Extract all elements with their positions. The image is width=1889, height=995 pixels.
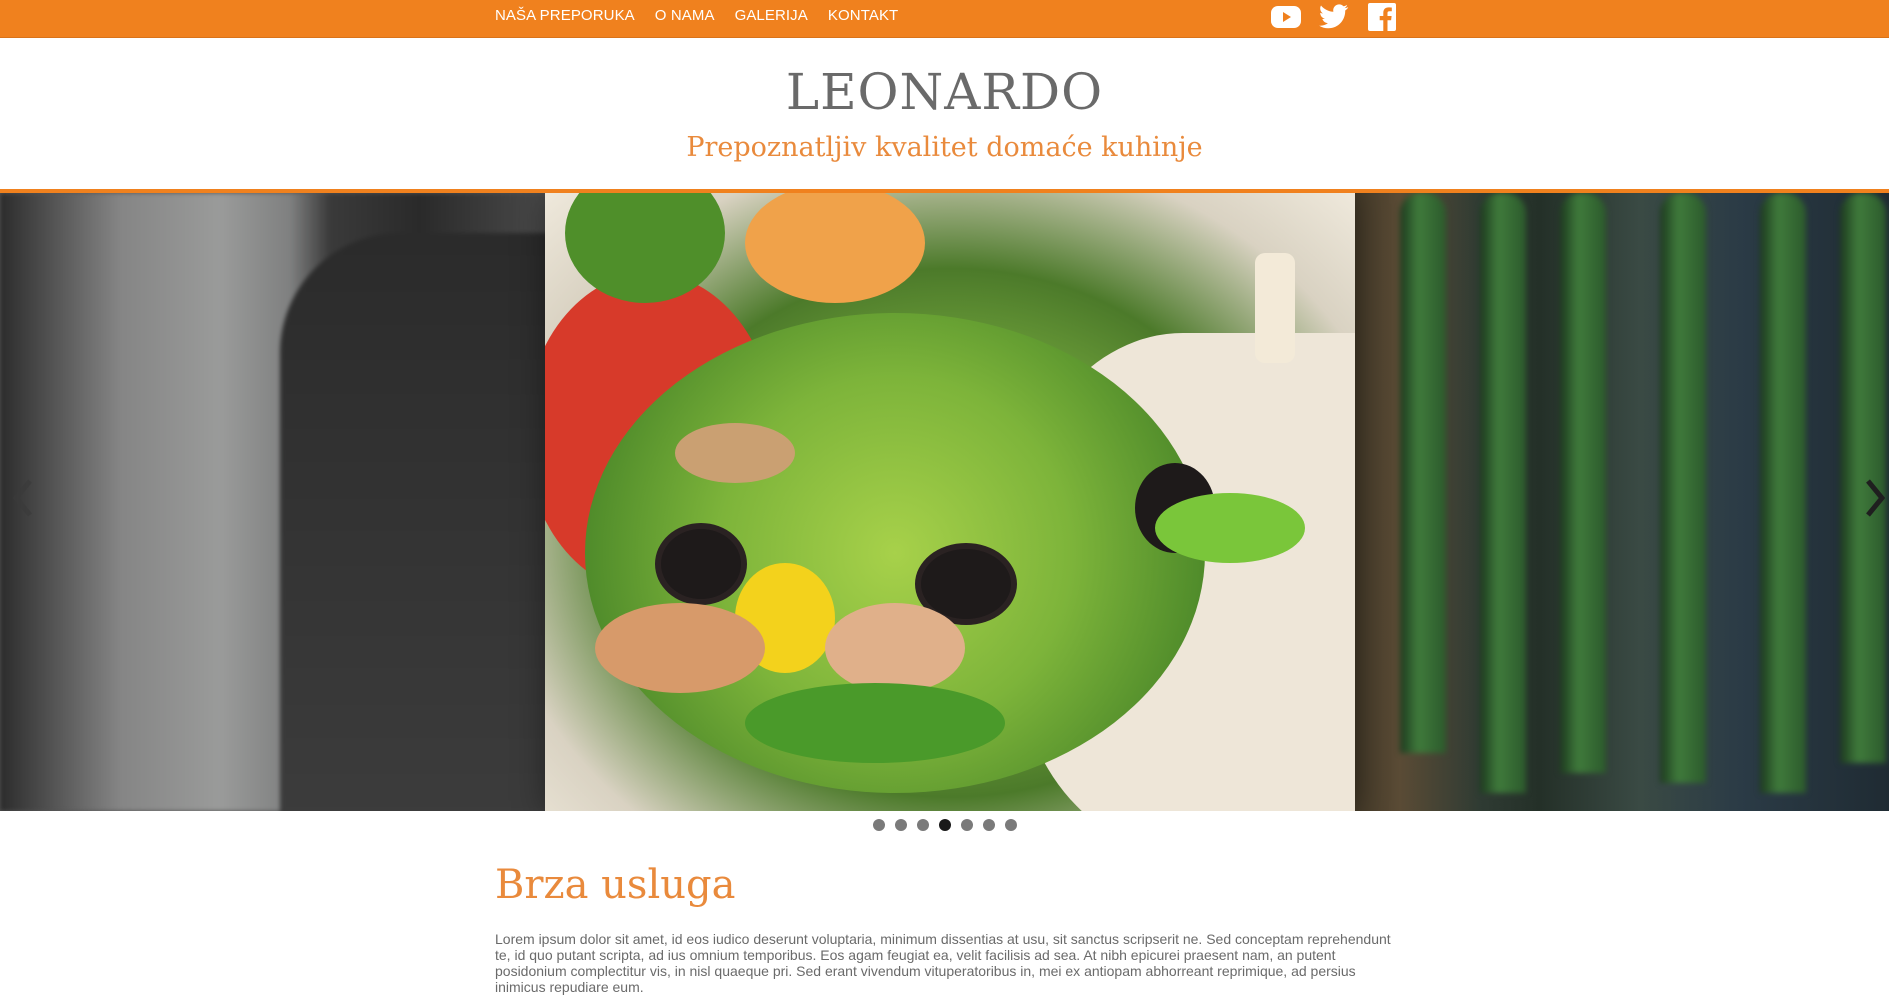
slider-dot[interactable] xyxy=(894,819,907,831)
main-nav: NAŠA PREPORUKA O NAMA GALERIJA KONTAKT xyxy=(495,0,918,30)
nav-item-nasa-preporuka[interactable]: NAŠA PREPORUKA xyxy=(495,7,635,24)
twitter-icon[interactable] xyxy=(1318,2,1350,32)
nav-item-kontakt[interactable]: KONTAKT xyxy=(828,7,898,24)
slider-dot[interactable] xyxy=(872,819,885,831)
nav-item-galerija[interactable]: GALERIJA xyxy=(735,7,808,24)
image-slider[interactable] xyxy=(0,193,1889,811)
top-bar: NAŠA PREPORUKA O NAMA GALERIJA KONTAKT xyxy=(0,0,1889,38)
slider-prev-arrow[interactable] xyxy=(8,473,38,523)
brand-title: LEONARDO xyxy=(785,63,1104,121)
slider-pagination xyxy=(0,819,1889,831)
social-links xyxy=(1270,2,1414,32)
facebook-icon[interactable] xyxy=(1366,2,1398,32)
slider-dot[interactable] xyxy=(960,819,973,831)
section-title: Brza usluga xyxy=(495,862,736,908)
slider-dot[interactable] xyxy=(916,819,929,831)
slide-next-image xyxy=(1340,193,1889,811)
section-body-text: Lorem ipsum dolor sit amet, id eos iudic… xyxy=(495,931,1391,995)
nav-item-o-nama[interactable]: O NAMA xyxy=(655,7,715,24)
site-header: LEONARDO Prepoznatljiv kvalitet domaće k… xyxy=(0,38,1889,193)
slider-dot-active[interactable] xyxy=(938,819,951,831)
brand-tagline: Prepoznatljiv kvalitet domaće kuhinje xyxy=(686,132,1203,163)
slider-next-arrow[interactable] xyxy=(1860,473,1889,523)
youtube-icon[interactable] xyxy=(1270,2,1302,32)
slider-dot[interactable] xyxy=(982,819,995,831)
slide-previous-image xyxy=(0,193,600,811)
slider-dot[interactable] xyxy=(1004,819,1017,831)
slide-current-image xyxy=(545,193,1355,811)
